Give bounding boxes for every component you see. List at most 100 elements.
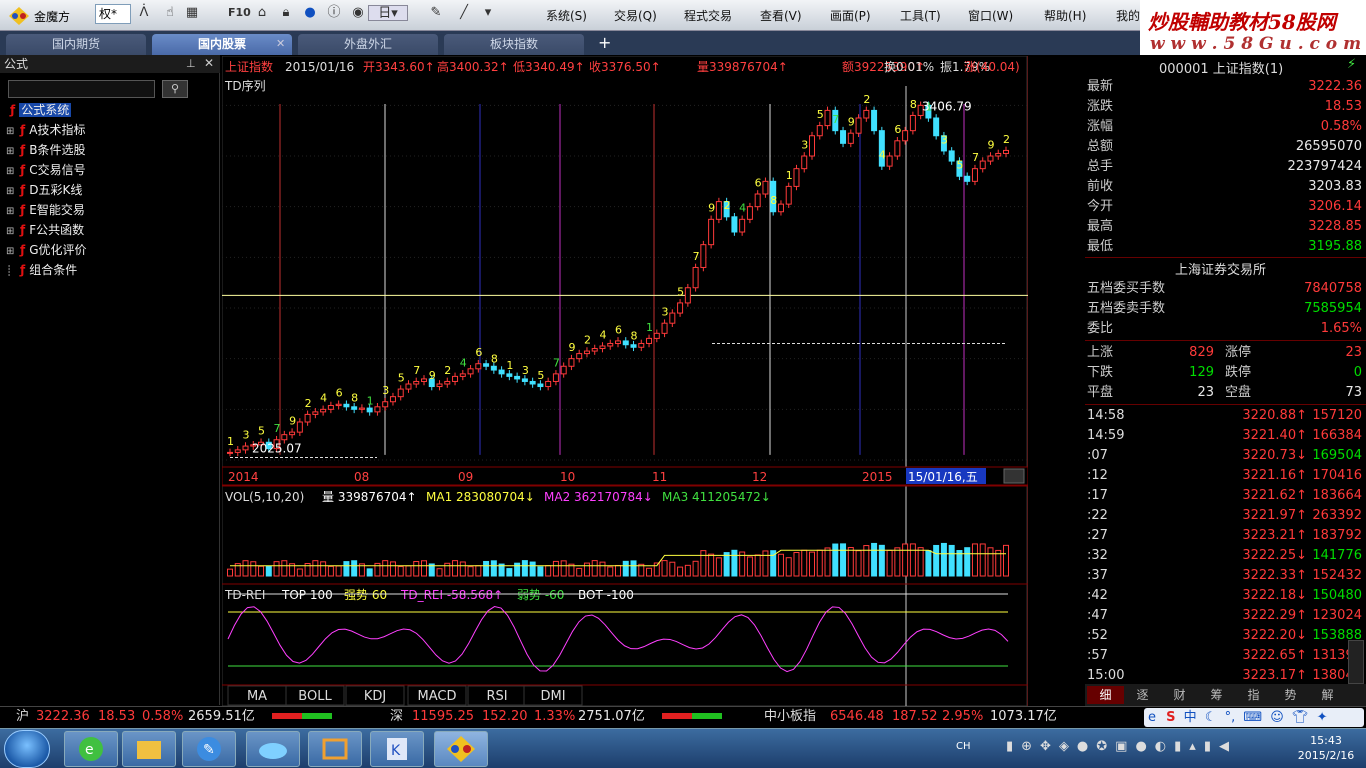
- hand-icon[interactable]: ☝: [162, 5, 178, 21]
- ime-toolbar[interactable]: e S 中 ☾ °, ⌨ ☺ 👕︎ ✦: [1144, 708, 1364, 727]
- lightning-icon[interactable]: ⚡: [1347, 57, 1356, 72]
- tree-item[interactable]: ┊ ƒ 组合条件: [6, 261, 77, 279]
- quote-tab[interactable]: 势: [1272, 686, 1309, 704]
- candle-body: [902, 130, 909, 142]
- sogou-icon[interactable]: S: [1166, 710, 1175, 725]
- moon-icon[interactable]: ☾: [1205, 710, 1217, 725]
- dropdown-icon[interactable]: ▾: [480, 5, 496, 21]
- period-button[interactable]: [1003, 468, 1025, 484]
- menu-view[interactable]: 查看(V): [760, 7, 802, 24]
- candle-body: [452, 375, 459, 382]
- taskbar-cloud-icon[interactable]: [246, 731, 300, 767]
- search-icon[interactable]: ⚲: [162, 80, 188, 98]
- indicator-tab[interactable]: KDJ: [364, 689, 386, 704]
- close-panel-icon[interactable]: ✕: [204, 56, 214, 70]
- grid-icon[interactable]: ▦: [184, 5, 200, 21]
- taskbar-editor-icon[interactable]: K: [370, 731, 424, 767]
- globe-icon[interactable]: ●: [302, 5, 318, 21]
- punct-icon[interactable]: °,: [1225, 710, 1236, 725]
- stop-icon[interactable]: ◉: [350, 5, 366, 21]
- lock-icon[interactable]: 🔒︎: [278, 5, 294, 21]
- quote-tab[interactable]: 细: [1087, 686, 1124, 704]
- menu-window[interactable]: 窗口(W): [968, 7, 1013, 24]
- indicator-tab[interactable]: DMI: [540, 689, 565, 704]
- quote-tab[interactable]: 财: [1161, 686, 1198, 704]
- keyboard-icon[interactable]: ⌨: [1243, 710, 1262, 725]
- ie-icon[interactable]: e: [1148, 710, 1156, 725]
- ime-mode-icon[interactable]: 中: [1184, 710, 1197, 725]
- taskbar-jinmofang-icon[interactable]: [434, 731, 488, 767]
- taskbar-pen-icon[interactable]: ✎: [182, 731, 236, 767]
- tab-sector-index[interactable]: 板块指数: [444, 34, 584, 55]
- info-icon[interactable]: ⓘ: [326, 5, 342, 21]
- menu-trade[interactable]: 交易(Q): [614, 7, 657, 24]
- close-tab-icon[interactable]: ✕: [276, 37, 285, 50]
- taskbar-clock[interactable]: 15:43 2015/2/16: [1296, 733, 1356, 763]
- shirt-icon[interactable]: 👕︎: [1292, 710, 1309, 725]
- menu-help[interactable]: 帮助(H): [1044, 7, 1086, 24]
- pin-icon[interactable]: ⊥: [186, 57, 196, 70]
- volume-bar: [227, 568, 233, 577]
- add-tab-icon[interactable]: +: [598, 33, 611, 52]
- home-icon[interactable]: ⌂: [254, 5, 270, 21]
- quote-tab[interactable]: 逐: [1124, 686, 1161, 704]
- indicator-tab[interactable]: RSI: [486, 689, 507, 704]
- taskbar-explorer-icon[interactable]: [122, 731, 176, 767]
- tree-root[interactable]: ƒ 公式系统: [6, 101, 72, 119]
- stock-combo[interactable]: 权*: [95, 4, 131, 24]
- taskbar-app-icon[interactable]: [308, 731, 362, 767]
- tree-item[interactable]: ⊞ ƒ A技术指标: [6, 121, 85, 139]
- tab-forex[interactable]: 外盘外汇: [298, 34, 438, 55]
- indicator-tab[interactable]: BOLL: [298, 689, 332, 704]
- start-button[interactable]: [4, 730, 50, 768]
- quote-row: 涨幅 0.58%: [1085, 117, 1366, 137]
- indicator-tab[interactable]: MACD: [418, 689, 457, 704]
- expand-icon[interactable]: ⊞: [6, 183, 16, 201]
- tree-item[interactable]: ⊞ ƒ C交易信号: [6, 161, 86, 179]
- quote-tab[interactable]: 筹: [1198, 686, 1235, 704]
- expand-icon[interactable]: ⊞: [6, 223, 16, 241]
- volume-bar: [840, 543, 847, 577]
- formula-search-input[interactable]: [8, 80, 155, 98]
- line-tool-icon[interactable]: ╱: [456, 5, 472, 21]
- expand-icon[interactable]: ⊞: [6, 243, 16, 261]
- expand-icon[interactable]: ⊞: [6, 123, 16, 141]
- f10-icon[interactable]: F10: [228, 5, 251, 21]
- quote-tab[interactable]: 解: [1309, 686, 1346, 704]
- menu-program-trade[interactable]: 程式交易: [684, 7, 732, 24]
- tree-item[interactable]: ⊞ ƒ B条件选股: [6, 141, 85, 159]
- candle-body: [281, 434, 288, 441]
- tree-item-label: G优化评价: [29, 243, 87, 257]
- tree-item[interactable]: ⊞ ƒ F公共函数: [6, 221, 84, 239]
- expand-icon[interactable]: ⊞: [6, 203, 16, 221]
- tab-domestic-futures[interactable]: 国内期货: [6, 34, 146, 55]
- main-chart[interactable]: 上证指数 2015/01/16 开3343.60↑ 高3400.32↑ 低3340.49…: [221, 55, 1084, 707]
- tree-item[interactable]: ⊞ ƒ E智能交易: [6, 201, 85, 219]
- draw-icon[interactable]: ✎: [428, 5, 444, 21]
- taskbar-browser-icon[interactable]: e: [64, 731, 118, 767]
- period-select[interactable]: 日▾: [368, 5, 408, 21]
- tools-icon[interactable]: ✦: [1317, 710, 1328, 725]
- taskbar-lang[interactable]: CH: [956, 741, 971, 752]
- expand-icon[interactable]: ⊞: [6, 143, 16, 161]
- menu-mine[interactable]: 我的: [1116, 7, 1140, 24]
- network-icon[interactable]: ᐲ: [136, 5, 152, 21]
- tick-price: 3220.73↓: [1242, 448, 1307, 463]
- tree-item[interactable]: ⊞ ƒ G优化评价: [6, 241, 87, 259]
- tray-icons[interactable]: ▮⊕✥◈●✪▣●◐▮▴▮◀: [1006, 739, 1237, 754]
- quote-row: 总手 223797424: [1085, 157, 1366, 177]
- quote-tab[interactable]: 指: [1235, 686, 1272, 704]
- tab-domestic-stocks[interactable]: 国内股票: [152, 34, 292, 55]
- menu-screen[interactable]: 画面(P): [830, 7, 871, 24]
- volume-bar: [615, 564, 621, 577]
- tick-price: 3222.18↓: [1242, 588, 1307, 603]
- chart-canvas[interactable]: 上证指数 2015/01/16 开3343.60↑ 高3400.32↑ 低3340.49…: [221, 55, 1084, 707]
- tick-row: :12 3221.16↑ 170416: [1085, 466, 1366, 486]
- user-icon[interactable]: ☺: [1270, 710, 1284, 725]
- indicator-tab[interactable]: MA: [247, 689, 267, 704]
- expand-icon[interactable]: ⊞: [6, 163, 16, 181]
- scrollbar[interactable]: [1348, 640, 1364, 684]
- menu-tools[interactable]: 工具(T): [900, 7, 941, 24]
- tree-item[interactable]: ⊞ ƒ D五彩K线: [6, 181, 82, 199]
- menu-system[interactable]: 系统(S): [546, 7, 587, 24]
